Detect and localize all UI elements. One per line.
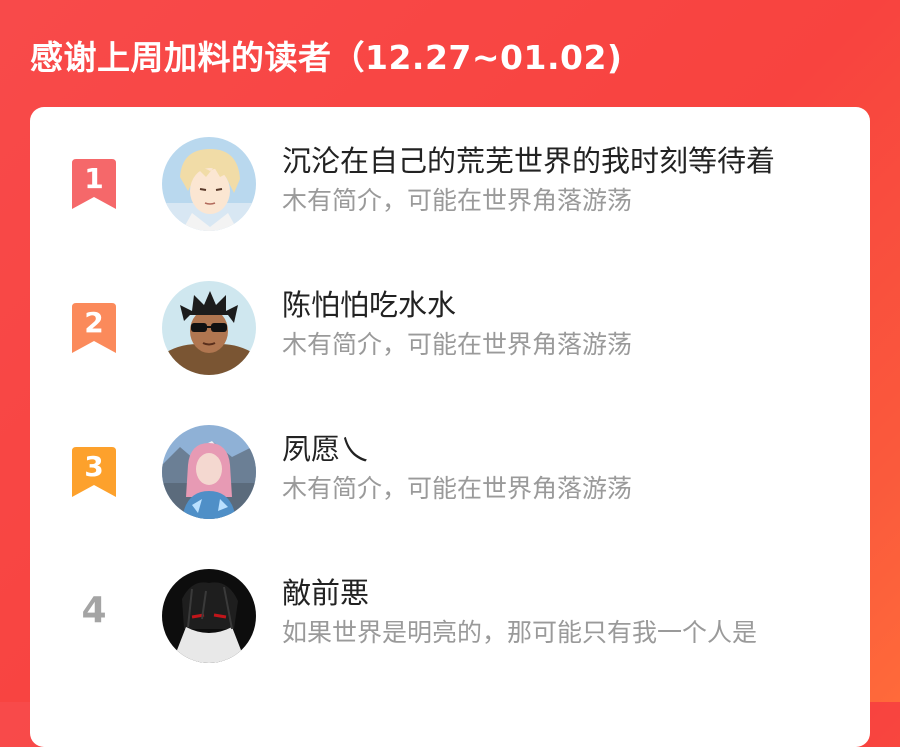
rank-badge-2: 2 [70, 303, 118, 355]
reader-ranking-card: 1 沉沦在自己的荒芜世界的我时刻等待着 木有简介，可能在世界角落游荡 2 陈怕怕… [30, 107, 870, 747]
reader-bio: 木有简介，可能在世界角落游荡 [282, 474, 633, 503]
dark-sketch-avatar-icon [162, 569, 256, 663]
reader-bio: 如果世界是明亮的，那可能只有我一个人是 [282, 618, 758, 647]
reader-name[interactable]: 夙愿乀 [282, 429, 834, 469]
page-title: 感谢上周加料的读者（12.27~01.02) [30, 38, 623, 77]
reader-row-4[interactable]: 4 敵前悪 如果世界是明亮的，那可能只有我一个人是 [30, 539, 870, 683]
avatar[interactable] [162, 281, 256, 375]
reader-bio: 木有简介，可能在世界角落游荡 [282, 186, 633, 215]
reader-name[interactable]: 陈怕怕吃水水 [282, 285, 834, 325]
rank-number: 4 [81, 590, 107, 631]
anime-blonde-boy-avatar-icon [162, 137, 256, 231]
reader-name[interactable]: 敵前悪 [282, 573, 834, 613]
avatar[interactable] [162, 569, 256, 663]
reader-row-3[interactable]: 3 夙愿乀 木有简介，可能在世界角落游荡 [30, 395, 870, 539]
reader-bio: 木有简介，可能在世界角落游荡 [282, 330, 633, 359]
rank-number: 1 [84, 162, 104, 195]
pink-hair-girl-mountain-avatar-icon [162, 425, 256, 519]
rank-badge-3: 3 [70, 447, 118, 499]
avatar[interactable] [162, 425, 256, 519]
rank-number: 3 [84, 450, 104, 483]
rank-badge-1: 1 [70, 159, 118, 211]
reader-name[interactable]: 沉沦在自己的荒芜世界的我时刻等待着 [282, 141, 834, 181]
rank-number: 2 [84, 306, 104, 339]
sunglasses-guy-avatar-icon [162, 281, 256, 375]
reader-row-2[interactable]: 2 陈怕怕吃水水 木有简介，可能在世界角落游荡 [30, 251, 870, 395]
avatar[interactable] [162, 137, 256, 231]
reader-row-1[interactable]: 1 沉沦在自己的荒芜世界的我时刻等待着 木有简介，可能在世界角落游荡 [30, 107, 870, 251]
